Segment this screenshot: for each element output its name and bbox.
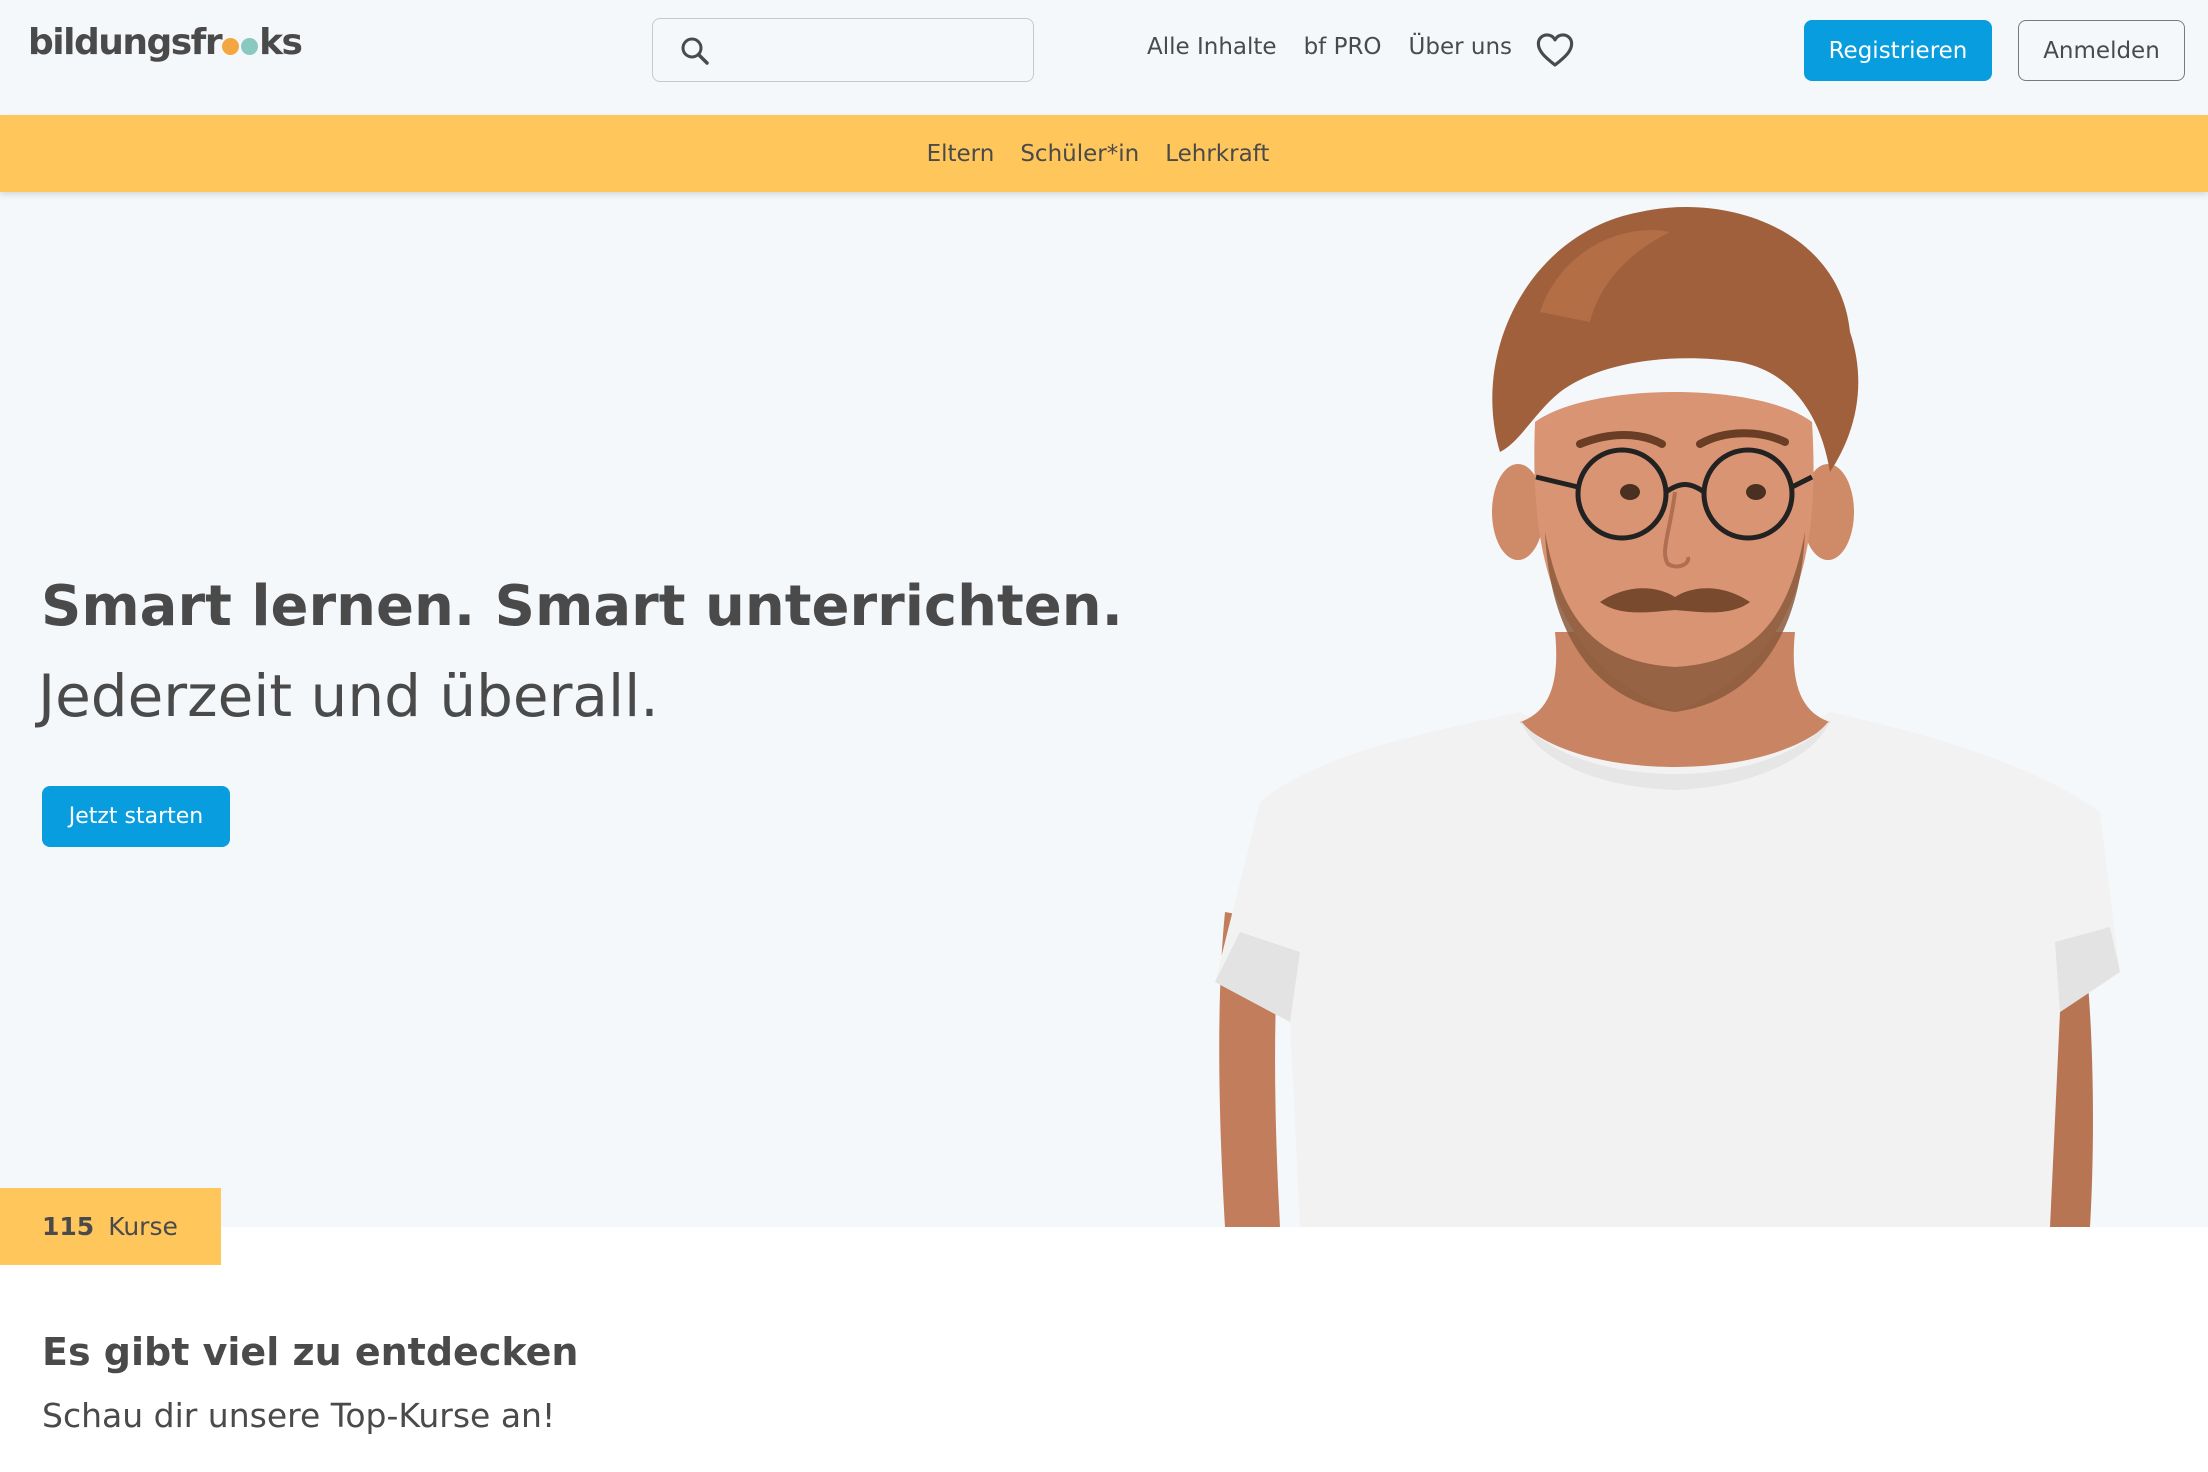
hero-person-image — [1215, 207, 2120, 1227]
audience-link-lehrkraft[interactable]: Lehrkraft — [1165, 141, 1269, 167]
hero-subline: Jederzeit und überall. — [38, 662, 659, 730]
audience-nav: Eltern Schüler*in Lehrkraft — [0, 115, 2208, 192]
nav-link-ueber-uns[interactable]: Über uns — [1409, 34, 1513, 60]
nav-link-bf-pro[interactable]: bf PRO — [1304, 34, 1382, 60]
discover-title: Es gibt viel zu entdecken — [42, 1330, 579, 1374]
hero-headline: Smart lernen. Smart unterrichten. — [41, 574, 1123, 639]
course-count: 115 — [42, 1212, 95, 1241]
logo-dot-2 — [241, 38, 259, 55]
search-icon[interactable] — [679, 35, 711, 67]
nav-link-alle-inhalte[interactable]: Alle Inhalte — [1147, 34, 1277, 60]
discover-subtitle: Schau dir unsere Top-Kurse an! — [42, 1396, 556, 1435]
course-count-badge: 115 Kurse — [0, 1188, 221, 1265]
logo-dot-1 — [222, 38, 240, 55]
bildungsfreaks-logo[interactable]: bildungsfr ks — [28, 22, 303, 63]
course-count-label: Kurse — [108, 1212, 178, 1241]
heart-icon[interactable] — [1536, 32, 1574, 68]
register-button[interactable]: Registrieren — [1804, 20, 1992, 81]
search-input[interactable] — [729, 29, 1023, 73]
start-button[interactable]: Jetzt starten — [42, 786, 230, 847]
audience-link-schueler[interactable]: Schüler*in — [1020, 141, 1139, 167]
login-button[interactable]: Anmelden — [2018, 20, 2185, 81]
audience-link-eltern[interactable]: Eltern — [927, 141, 995, 167]
logo-text-prefix: bildungsfr — [28, 22, 223, 63]
hero-section: Smart lernen. Smart unterrichten. Jederz… — [0, 192, 2208, 1227]
search-box[interactable] — [652, 18, 1034, 82]
main-nav: Alle Inhalte bf PRO Über uns — [1147, 34, 1539, 60]
logo-text-suffix: ks — [259, 22, 303, 63]
top-header: bildungsfr ks Alle Inhalte bf PRO Über u… — [0, 0, 2208, 115]
